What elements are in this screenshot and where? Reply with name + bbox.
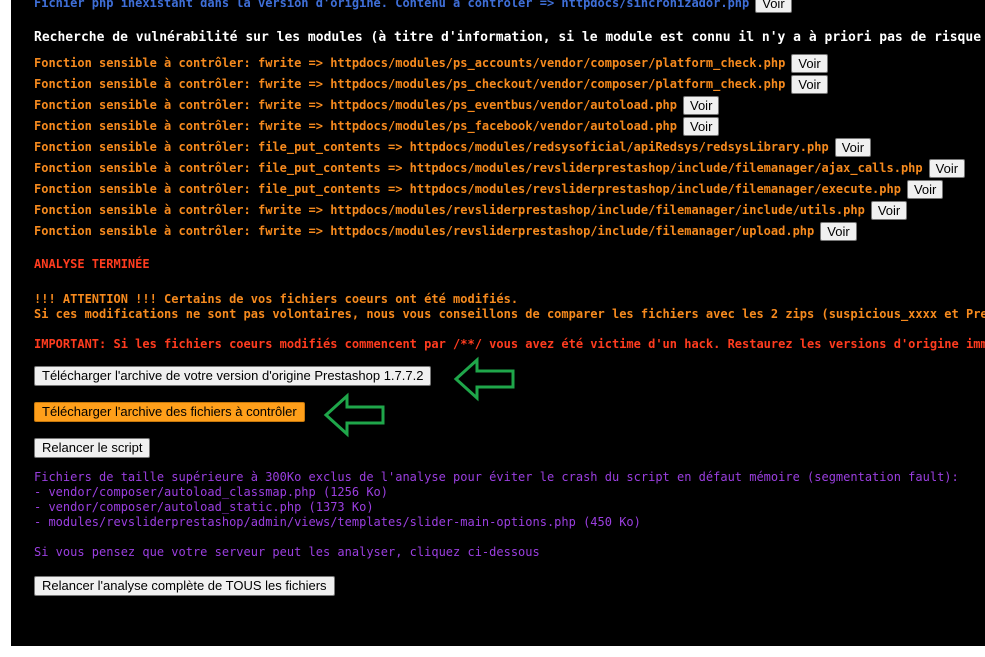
list-item-text: Fonction sensible à contrôler: fwrite =>… bbox=[34, 56, 786, 70]
voir-button[interactable]: Voir bbox=[870, 201, 908, 220]
arrow-left-icon bbox=[323, 392, 385, 438]
attention-line-1: !!! ATTENTION !!! Certains de vos fichie… bbox=[34, 292, 519, 306]
list-item: - vendor/composer/autoload_classmap.php … bbox=[34, 485, 389, 499]
list-item-text: Fonction sensible à contrôler: fwrite =>… bbox=[34, 224, 815, 238]
important-warning: IMPORTANT: Si les fichiers coeurs modifi… bbox=[34, 337, 985, 351]
list-item: Fonction sensible à contrôler: fwrite =>… bbox=[34, 201, 908, 220]
voir-button[interactable]: Voir bbox=[755, 0, 792, 13]
download-original-archive-button[interactable]: Télécharger l'archive de votre version d… bbox=[34, 366, 432, 386]
rerun-script-button[interactable]: Relancer le script bbox=[34, 438, 151, 458]
list-item: Fonction sensible à contrôler: file_put_… bbox=[34, 180, 944, 199]
module-scan-heading: Recherche de vulnérabilité sur les modul… bbox=[34, 30, 982, 45]
list-item: Fonction sensible à contrôler: fwrite =>… bbox=[34, 117, 720, 136]
voir-button[interactable]: Voir bbox=[683, 117, 720, 136]
list-item: Fonction sensible à contrôler: file_put_… bbox=[34, 138, 872, 157]
attention-line-2: Si ces modifications ne sont pas volonta… bbox=[34, 307, 985, 321]
voir-button[interactable]: Voir bbox=[820, 222, 857, 241]
voir-button[interactable]: Voir bbox=[928, 159, 966, 178]
list-item-text: Fonction sensible à contrôler: fwrite =>… bbox=[34, 119, 677, 133]
scan-report-panel: Fichier php inexistant dans la version d… bbox=[11, 0, 985, 646]
list-item: - vendor/composer/autoload_static.php (1… bbox=[34, 500, 374, 514]
arrow-left-icon bbox=[453, 356, 515, 402]
list-item: Fonction sensible à contrôler: fwrite =>… bbox=[34, 54, 828, 73]
list-item-text: Fonction sensible à contrôler: fwrite =>… bbox=[34, 203, 865, 217]
analyze-note: Si vous pensez que votre serveur peut le… bbox=[34, 545, 540, 559]
list-item-text: Fonction sensible à contrôler: fwrite =>… bbox=[34, 77, 786, 91]
list-item: Fonction sensible à contrôler: fwrite =>… bbox=[34, 75, 828, 94]
missing-file-text: Fichier php inexistant dans la version d… bbox=[34, 0, 750, 10]
list-item-text: Fonction sensible à contrôler: file_put_… bbox=[34, 182, 901, 196]
list-item: Fonction sensible à contrôler: fwrite =>… bbox=[34, 96, 720, 115]
list-item-text: Fonction sensible à contrôler: file_put_… bbox=[34, 161, 923, 175]
voir-button[interactable]: Voir bbox=[906, 180, 944, 199]
voir-button[interactable]: Voir bbox=[791, 54, 828, 73]
analysis-done-label: ANALYSE TERMINÉE bbox=[34, 257, 150, 271]
list-item: - modules/revsliderprestashop/admin/view… bbox=[34, 515, 641, 529]
list-item-text: Fonction sensible à contrôler: file_put_… bbox=[34, 140, 829, 154]
voir-button[interactable]: Voir bbox=[834, 138, 872, 157]
missing-file-line: Fichier php inexistant dans la version d… bbox=[34, 0, 792, 13]
list-item: Fonction sensible à contrôler: file_put_… bbox=[34, 159, 966, 178]
download-check-archive-button[interactable]: Télécharger l'archive des fichiers à con… bbox=[34, 402, 305, 422]
voir-button[interactable]: Voir bbox=[791, 75, 828, 94]
voir-button[interactable]: Voir bbox=[683, 96, 720, 115]
list-item-text: Fonction sensible à contrôler: fwrite =>… bbox=[34, 98, 677, 112]
list-item: Fonction sensible à contrôler: fwrite =>… bbox=[34, 222, 857, 241]
rerun-full-analysis-button[interactable]: Relancer l'analyse complète de TOUS les … bbox=[34, 576, 335, 596]
excluded-files-heading: Fichiers de taille supérieure à 300Ko ex… bbox=[34, 470, 959, 484]
